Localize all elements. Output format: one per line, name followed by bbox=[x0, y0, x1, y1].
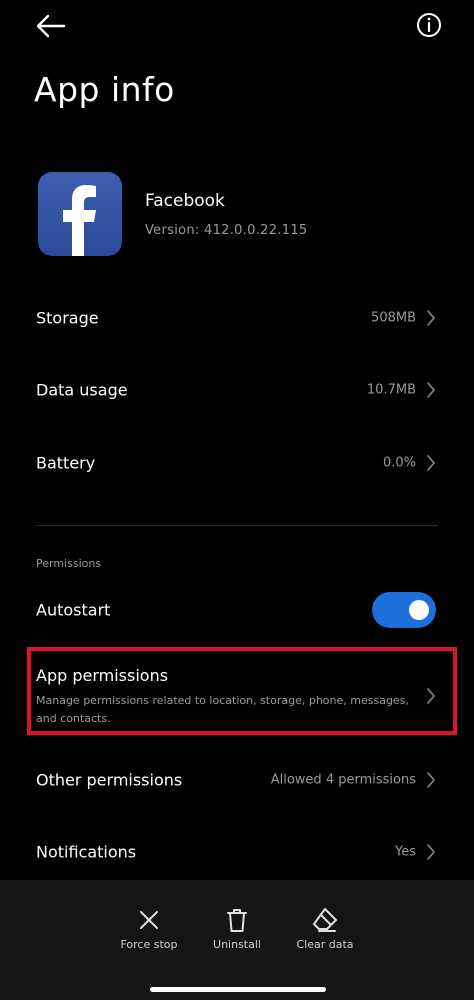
chevron-right-icon bbox=[427, 844, 435, 860]
info-circle-icon[interactable] bbox=[410, 6, 448, 44]
force-stop-label: Force stop bbox=[120, 938, 178, 951]
notifications-value: Yes bbox=[395, 844, 416, 860]
data-usage-value: 10.7MB bbox=[366, 382, 416, 398]
data-usage-row[interactable]: Data usage 10.7MB bbox=[0, 360, 474, 420]
clear-data-label: Clear data bbox=[296, 938, 354, 951]
autostart-label: Autostart bbox=[36, 600, 111, 620]
force-stop-button[interactable]: Force stop bbox=[104, 905, 194, 965]
facebook-app-icon bbox=[38, 172, 122, 256]
battery-label: Battery bbox=[36, 453, 96, 473]
eraser-icon bbox=[310, 905, 340, 935]
uninstall-label: Uninstall bbox=[213, 938, 261, 951]
home-indicator[interactable] bbox=[150, 987, 326, 992]
storage-label: Storage bbox=[36, 308, 99, 328]
section-header-permissions: Permissions bbox=[36, 557, 102, 570]
notifications-row[interactable]: Notifications Yes bbox=[0, 822, 474, 882]
battery-row[interactable]: Battery 0.0% bbox=[0, 433, 474, 493]
top-bar bbox=[0, 0, 474, 60]
storage-value: 508MB bbox=[371, 310, 416, 326]
toggle-knob bbox=[409, 600, 429, 620]
other-permissions-label: Other permissions bbox=[36, 770, 183, 790]
x-icon bbox=[134, 905, 164, 935]
battery-value: 0.0% bbox=[382, 455, 416, 471]
chevron-right-icon bbox=[427, 455, 435, 471]
other-permissions-row[interactable]: Other permissions Allowed 4 permissions bbox=[0, 750, 474, 810]
app-version: Version: 412.0.0.22.115 bbox=[145, 223, 308, 238]
storage-row[interactable]: Storage 508MB bbox=[0, 288, 474, 348]
page-title: App info bbox=[34, 70, 175, 109]
clear-data-button[interactable]: Clear data bbox=[280, 905, 370, 965]
chevron-right-icon bbox=[427, 310, 435, 326]
autostart-toggle[interactable] bbox=[372, 592, 436, 628]
data-usage-label: Data usage bbox=[36, 380, 128, 400]
chevron-right-icon bbox=[427, 688, 435, 704]
chevron-right-icon bbox=[427, 772, 435, 788]
notifications-label: Notifications bbox=[36, 842, 137, 862]
uninstall-button[interactable]: Uninstall bbox=[192, 905, 282, 965]
divider bbox=[36, 525, 438, 526]
app-name: Facebook bbox=[145, 191, 225, 211]
arrow-left-icon[interactable] bbox=[30, 8, 70, 44]
app-permissions-label: App permissions bbox=[36, 666, 169, 685]
chevron-right-icon bbox=[427, 382, 435, 398]
app-permissions-description: Manage permissions related to location, … bbox=[36, 694, 409, 725]
trash-icon bbox=[222, 905, 252, 935]
other-permissions-value: Allowed 4 permissions bbox=[270, 772, 416, 788]
